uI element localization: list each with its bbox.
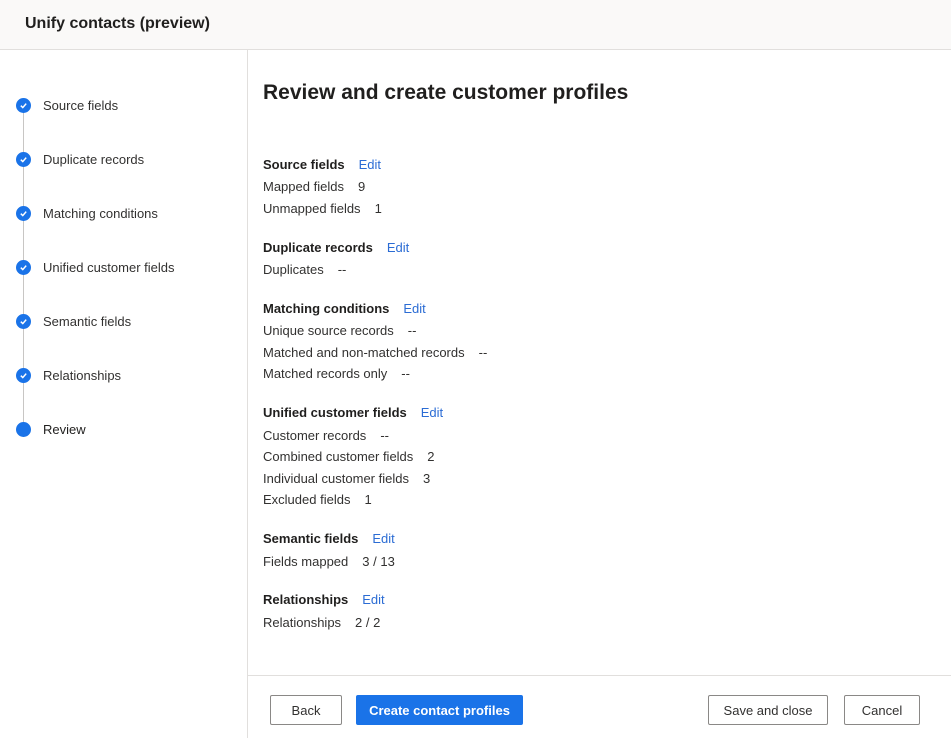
row-value: --	[401, 365, 410, 381]
section-duplicate-records: Duplicate records Edit	[263, 238, 409, 256]
row-value: 9	[357, 178, 366, 194]
step-unified-customer-fields[interactable]: Unified customer fields	[16, 257, 175, 277]
summary-row: Unique source records --	[263, 321, 416, 339]
row-value: 3 / 13	[362, 553, 395, 569]
step-label: Matching conditions	[43, 205, 158, 221]
step-sidebar: Source fields Duplicate records Matching…	[0, 50, 248, 738]
cancel-button[interactable]: Cancel	[844, 695, 920, 725]
summary-row: Fields mapped 3 / 13	[263, 552, 395, 570]
step-review[interactable]: Review	[16, 419, 86, 439]
row-label: Fields mapped	[263, 553, 349, 569]
page-title: Review and create customer profiles	[263, 81, 629, 104]
section-heading: Matching conditions	[263, 300, 390, 316]
step-label: Relationships	[43, 367, 122, 383]
row-value: 2	[427, 448, 435, 464]
section-semantic-fields: Semantic fields Edit	[263, 529, 395, 547]
row-value: --	[380, 427, 389, 443]
section-unified-customer-fields: Unified customer fields Edit	[263, 403, 443, 421]
summary-row: Excluded fields 1	[263, 490, 372, 508]
row-value: 1	[374, 200, 382, 216]
section-heading: Duplicate records	[263, 239, 373, 255]
section-source-fields: Source fields Edit	[263, 155, 381, 173]
section-heading: Unified customer fields	[263, 404, 407, 420]
section-heading: Relationships	[263, 591, 349, 607]
create-contact-profiles-button[interactable]: Create contact profiles	[356, 695, 523, 725]
step-duplicate-records[interactable]: Duplicate records	[16, 149, 144, 169]
step-label: Review	[43, 421, 86, 437]
section-matching-conditions: Matching conditions Edit	[263, 299, 426, 317]
section-heading: Semantic fields	[263, 530, 359, 546]
step-label: Duplicate records	[43, 151, 145, 167]
step-label: Source fields	[43, 97, 119, 113]
summary-row: Mapped fields 9	[263, 177, 365, 195]
check-icon	[16, 205, 31, 221]
check-icon	[16, 97, 31, 113]
save-and-close-button[interactable]: Save and close	[708, 695, 828, 725]
row-label: Combined customer fields	[263, 448, 414, 464]
summary-row: Duplicates --	[263, 260, 346, 278]
step-matching-conditions[interactable]: Matching conditions	[16, 203, 158, 223]
review-panel: Review and create customer profiles Sour…	[248, 50, 951, 675]
app-header: Unify contacts (preview)	[0, 0, 951, 50]
summary-row: Matched records only --	[263, 364, 410, 382]
summary-row: Individual customer fields 3	[263, 469, 430, 487]
step-source-fields[interactable]: Source fields	[16, 95, 118, 115]
edit-relationships-link[interactable]: Edit	[362, 592, 384, 607]
app-title: Unify contacts (preview)	[25, 15, 210, 32]
row-label: Relationships	[263, 614, 342, 630]
row-label: Excluded fields	[263, 491, 351, 507]
check-icon	[16, 367, 31, 383]
check-icon	[16, 151, 31, 167]
edit-source-fields-link[interactable]: Edit	[359, 157, 381, 172]
row-label: Unique source records	[263, 322, 394, 338]
row-label: Mapped fields	[263, 178, 344, 194]
edit-semantic-fields-link[interactable]: Edit	[372, 531, 394, 546]
section-relationships: Relationships Edit	[263, 590, 385, 608]
section-heading: Source fields	[263, 156, 345, 172]
summary-row: Unmapped fields 1	[263, 199, 382, 217]
edit-duplicate-records-link[interactable]: Edit	[387, 240, 409, 255]
row-label: Individual customer fields	[263, 470, 409, 486]
row-label: Duplicates	[263, 261, 324, 277]
row-value: --	[407, 322, 417, 338]
step-label: Unified customer fields	[43, 259, 175, 275]
step-relationships[interactable]: Relationships	[16, 365, 121, 385]
row-value: 3	[422, 470, 431, 486]
row-value: --	[337, 261, 347, 277]
row-label: Customer records	[263, 427, 367, 443]
row-label: Matched records only	[263, 365, 388, 381]
current-step-dot-icon	[16, 421, 31, 437]
summary-row: Matched and non-matched records --	[263, 343, 487, 361]
check-icon	[16, 259, 31, 275]
row-label: Unmapped fields	[263, 200, 361, 216]
row-label: Matched and non-matched records	[263, 344, 465, 360]
row-value: 1	[364, 491, 372, 507]
step-label: Semantic fields	[43, 313, 132, 329]
edit-unified-customer-fields-link[interactable]: Edit	[421, 405, 443, 420]
row-value: --	[478, 344, 488, 360]
check-icon	[16, 313, 31, 329]
row-value: 2 / 2	[355, 614, 381, 630]
summary-row: Combined customer fields 2	[263, 447, 435, 465]
action-footer: Back Create contact profiles Save and cl…	[248, 675, 951, 738]
summary-row: Relationships 2 / 2	[263, 613, 380, 631]
edit-matching-conditions-link[interactable]: Edit	[403, 301, 425, 316]
summary-row: Customer records --	[263, 426, 389, 444]
back-button[interactable]: Back	[270, 695, 342, 725]
step-semantic-fields[interactable]: Semantic fields	[16, 311, 131, 331]
